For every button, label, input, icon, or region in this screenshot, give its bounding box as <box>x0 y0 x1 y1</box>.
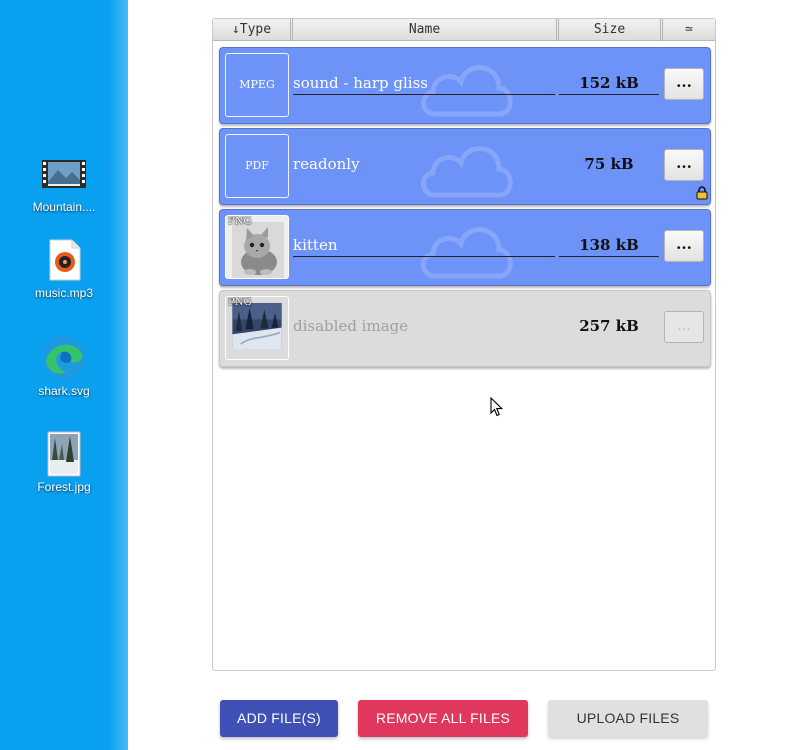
lock-icon <box>696 186 708 200</box>
desktop-icon-label: music.mp3 <box>34 286 93 300</box>
edge-browser-icon <box>40 334 88 382</box>
file-row-kitten[interactable]: PNG kitten 138 kB ... <box>219 209 711 286</box>
file-size: 257 kB <box>579 317 639 335</box>
file-type-label: MPEG <box>239 78 275 91</box>
desktop-icon-music[interactable]: music.mp3 <box>22 236 106 300</box>
add-files-button[interactable]: ADD FILE(S) <box>220 700 338 737</box>
desktop-icon-mountain[interactable]: Mountain.... <box>22 150 106 214</box>
table-header: ↓Type Name Size ≃ <box>213 19 715 41</box>
image-file-icon <box>40 430 88 478</box>
file-thumbnail: PNG <box>225 296 289 360</box>
size-column-header[interactable]: Size <box>559 19 663 41</box>
file-type-label: PNG <box>228 216 252 227</box>
more-options-button[interactable]: ... <box>664 149 704 181</box>
desktop-icon-label: shark.svg <box>38 384 90 398</box>
file-row-disabled-image: PNG disabled image 257 kB ... <box>219 290 711 367</box>
more-options-button[interactable]: ... <box>664 230 704 262</box>
upload-files-button[interactable]: UPLOAD FILES <box>548 700 708 737</box>
desktop-icon-label: Mountain.... <box>32 200 96 214</box>
file-list-panel: ↓Type Name Size ≃ MPEG sound - harp glis… <box>212 18 716 671</box>
audio-file-icon <box>40 236 88 284</box>
file-thumbnail: PNG <box>225 215 289 279</box>
file-name-link[interactable]: sound - harp gliss <box>293 74 555 95</box>
snowy-forest-image <box>232 303 282 349</box>
file-size: 152 kB <box>559 74 659 95</box>
file-type-label: PNG <box>228 297 252 308</box>
file-row-sound[interactable]: MPEG sound - harp gliss 152 kB ... <box>219 47 711 124</box>
remove-all-files-button[interactable]: REMOVE ALL FILES <box>358 700 528 737</box>
actions-column-header[interactable]: ≃ <box>663 19 715 41</box>
more-options-button-disabled: ... <box>664 311 704 343</box>
file-name: readonly <box>293 155 360 173</box>
video-file-icon <box>40 150 88 198</box>
sort-by-type-header[interactable]: ↓Type <box>213 19 293 41</box>
file-size: 75 kB <box>584 155 634 173</box>
file-size: 138 kB <box>559 236 659 257</box>
desktop-icon-label: Forest.jpg <box>37 480 91 494</box>
mouse-cursor-icon <box>490 397 504 417</box>
file-thumbnail: MPEG <box>225 53 289 117</box>
more-options-button[interactable]: ... <box>664 68 704 100</box>
file-row-readonly[interactable]: PDF readonly 75 kB ... <box>219 128 711 205</box>
desktop-background: Mountain.... music.mp3 shark.svg Forest.… <box>0 0 128 750</box>
desktop-icon-shark[interactable]: shark.svg <box>22 334 106 398</box>
file-name: disabled image <box>293 317 409 335</box>
desktop-icon-forest[interactable]: Forest.jpg <box>22 430 106 494</box>
file-thumbnail: PDF <box>225 134 289 198</box>
file-type-label: PDF <box>245 159 269 172</box>
kitten-image <box>232 222 284 278</box>
file-name-link[interactable]: kitten <box>293 236 555 257</box>
name-column-header[interactable]: Name <box>293 19 559 41</box>
desktop-edge-glow <box>108 0 128 750</box>
